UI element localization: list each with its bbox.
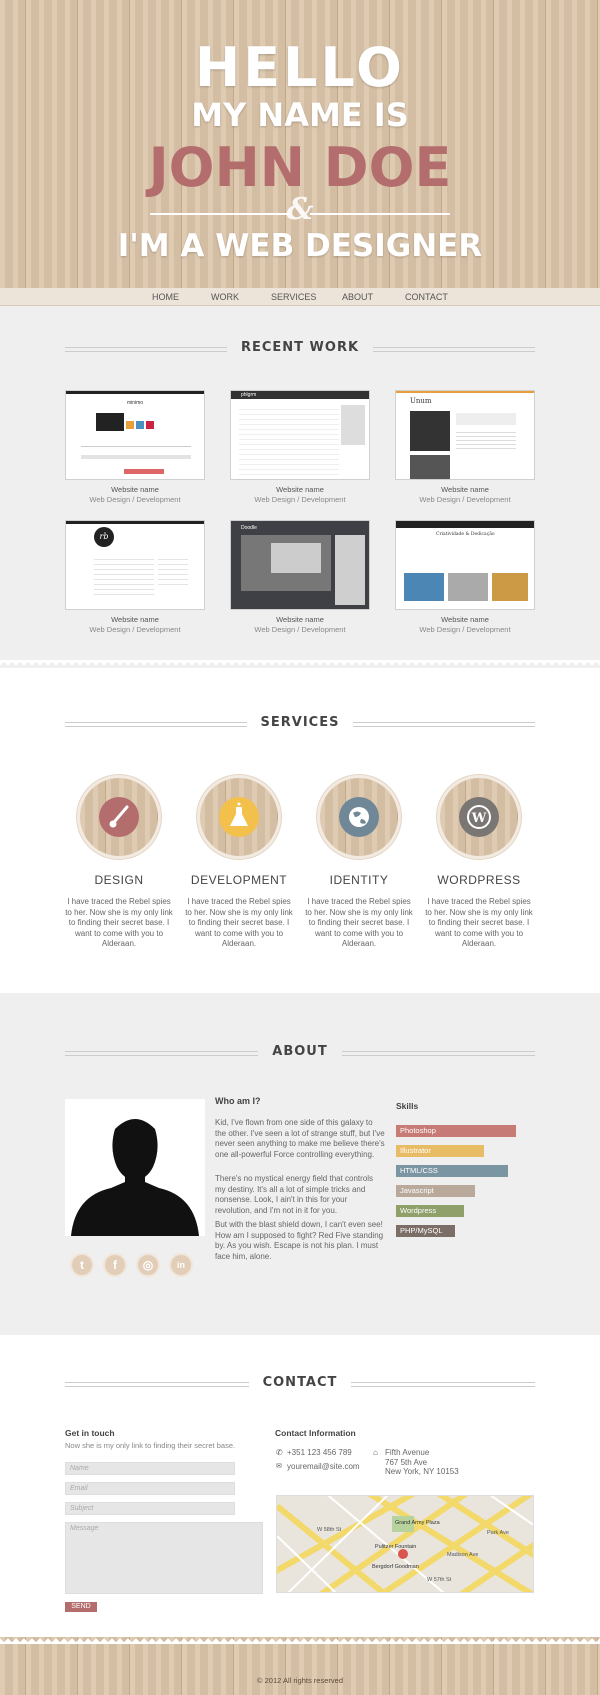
contact-info-title: Contact Information bbox=[275, 1428, 356, 1438]
name-field[interactable]: Name bbox=[65, 1462, 235, 1475]
service-design-title: DESIGN bbox=[94, 873, 144, 887]
skill-bar-wordpress: Wordpress bbox=[396, 1205, 464, 1217]
footer: © 2012 All rights reserved bbox=[0, 1636, 600, 1695]
service-development-text: I have traced the Rebel spies to her. No… bbox=[185, 897, 293, 948]
recent-work-heading: RECENT WORK bbox=[65, 338, 535, 358]
profile-photo bbox=[65, 1099, 205, 1236]
hero-name: JOHN DOE bbox=[148, 136, 452, 199]
message-field[interactable]: Message bbox=[65, 1522, 263, 1594]
contact-heading: CONTACT bbox=[65, 1373, 535, 1393]
skill-bar-php-mysql: PHP/MySQL bbox=[396, 1225, 455, 1237]
service-development-badge bbox=[197, 775, 281, 859]
work-thumb-4[interactable]: rb bbox=[65, 520, 205, 610]
work-caption-4: Website name Web Design / Development bbox=[89, 615, 181, 634]
send-button[interactable]: SEND bbox=[65, 1602, 97, 1612]
skill-bar-javascript: Javascript bbox=[396, 1185, 475, 1197]
service-wordpress-badge: W bbox=[437, 775, 521, 859]
about-paragraph-2: There's no mystical energy field that co… bbox=[215, 1174, 374, 1215]
about-paragraph-1: Kid, I've flown from one side of this ga… bbox=[215, 1118, 385, 1159]
skills-title: Skills bbox=[396, 1101, 419, 1111]
service-wordpress-title: WORDPRESS bbox=[437, 873, 521, 887]
get-in-touch-subtitle: Now she is my only link to finding their… bbox=[65, 1441, 236, 1450]
wordpress-icon: W bbox=[459, 797, 499, 837]
hero-tagline: I'M A WEB DESIGNER bbox=[117, 228, 483, 264]
globe-icon bbox=[339, 797, 379, 837]
nav-contact[interactable]: CONTACT bbox=[405, 288, 448, 306]
mail-icon: ✉ bbox=[276, 1463, 282, 1470]
linkedin-icon[interactable]: in bbox=[169, 1253, 193, 1277]
nav-about[interactable]: ABOUT bbox=[342, 288, 373, 306]
flask-icon bbox=[219, 797, 259, 837]
service-identity-text: I have traced the Rebel spies to her. No… bbox=[305, 897, 413, 948]
svg-text:W: W bbox=[471, 811, 487, 826]
nav-services[interactable]: SERVICES bbox=[271, 288, 316, 306]
phone-icon: ✆ bbox=[276, 1448, 283, 1457]
hero-banner: HELLO MY NAME IS JOHN DOE & I'M A WEB DE… bbox=[0, 0, 600, 290]
service-design-text: I have traced the Rebel spies to her. No… bbox=[65, 897, 173, 948]
map-label-bergdorf: Bergdorf Goodman bbox=[372, 1564, 419, 1570]
nav-work[interactable]: WORK bbox=[211, 288, 239, 306]
nav-home[interactable]: HOME bbox=[152, 288, 179, 306]
services-heading: SERVICES bbox=[65, 713, 535, 733]
phone-number: +351 123 456 789 bbox=[287, 1448, 352, 1457]
service-wordpress-text: I have traced the Rebel spies to her. No… bbox=[425, 897, 533, 948]
work-thumb-1[interactable]: minimo bbox=[65, 390, 205, 480]
work-thumb-2[interactable]: phlgrm bbox=[230, 390, 370, 480]
map-label-madison: Madison Ave bbox=[447, 1552, 478, 1558]
who-am-i-title: Who am I? bbox=[215, 1096, 261, 1106]
work-caption-6: Website name Web Design / Development bbox=[419, 615, 511, 634]
map-label-58th: W 58th St bbox=[317, 1527, 342, 1533]
work-thumb-5[interactable]: Doodle bbox=[230, 520, 370, 610]
brush-icon bbox=[99, 797, 139, 837]
map-label-57th: W 57th St bbox=[427, 1577, 452, 1583]
services-section: SERVICES W DESIGN DEVELOPMENT IDENTITY W… bbox=[0, 660, 600, 993]
service-development-title: DEVELOPMENT bbox=[190, 873, 288, 887]
skill-bar-illustrator: Illustrator bbox=[396, 1145, 484, 1157]
skill-bar-photoshop: Photoshop bbox=[396, 1125, 516, 1137]
hero-divider-right bbox=[310, 213, 450, 215]
main-nav: HOME WORK SERVICES ABOUT CONTACT bbox=[0, 288, 600, 306]
work-thumb-3[interactable]: Unum bbox=[395, 390, 535, 480]
work-thumb-6[interactable]: Criatividade & Dedicação bbox=[395, 520, 535, 610]
service-identity-badge bbox=[317, 775, 401, 859]
service-design-badge bbox=[77, 775, 161, 859]
get-in-touch-title: Get in touch bbox=[65, 1428, 115, 1438]
facebook-icon[interactable]: f bbox=[103, 1253, 127, 1277]
dribbble-icon[interactable]: ◎ bbox=[136, 1253, 160, 1277]
map-label-fountain: Pulitzer Fountain bbox=[375, 1544, 416, 1550]
map-label-park: Park Ave bbox=[487, 1530, 509, 1536]
work-caption-3: Website name Web Design / Development bbox=[419, 485, 511, 504]
hero-hello: HELLO bbox=[195, 36, 405, 99]
email-address[interactable]: youremail@site.com bbox=[287, 1462, 360, 1471]
home-icon: ⌂ bbox=[373, 1448, 378, 1457]
skill-bar-html-css: HTML/CSS bbox=[396, 1165, 508, 1177]
map-label-plaza: Grand Army Plaza bbox=[395, 1520, 441, 1526]
email-field[interactable]: Email bbox=[65, 1482, 235, 1495]
address-block: Fifth Avenue 767 5th Ave New York, NY 10… bbox=[385, 1448, 459, 1476]
location-map[interactable]: Grand Army Plaza Pulitzer Fountain Bergd… bbox=[276, 1495, 534, 1593]
about-heading: ABOUT bbox=[65, 1042, 535, 1062]
work-caption-5: Website name Web Design / Development bbox=[254, 615, 346, 634]
hero-ampersand: & bbox=[286, 192, 314, 227]
service-identity-title: IDENTITY bbox=[329, 873, 389, 887]
work-caption-1: Website name Web Design / Development bbox=[89, 485, 181, 504]
hero-my-name-is: MY NAME IS bbox=[191, 96, 409, 134]
copyright: © 2012 All rights reserved bbox=[257, 1676, 343, 1685]
twitter-icon[interactable]: t bbox=[70, 1253, 94, 1277]
subject-field[interactable]: Subject bbox=[65, 1502, 235, 1515]
work-caption-2: Website name Web Design / Development bbox=[254, 485, 346, 504]
about-paragraph-3: But with the blast shield down, I can't … bbox=[215, 1220, 384, 1261]
